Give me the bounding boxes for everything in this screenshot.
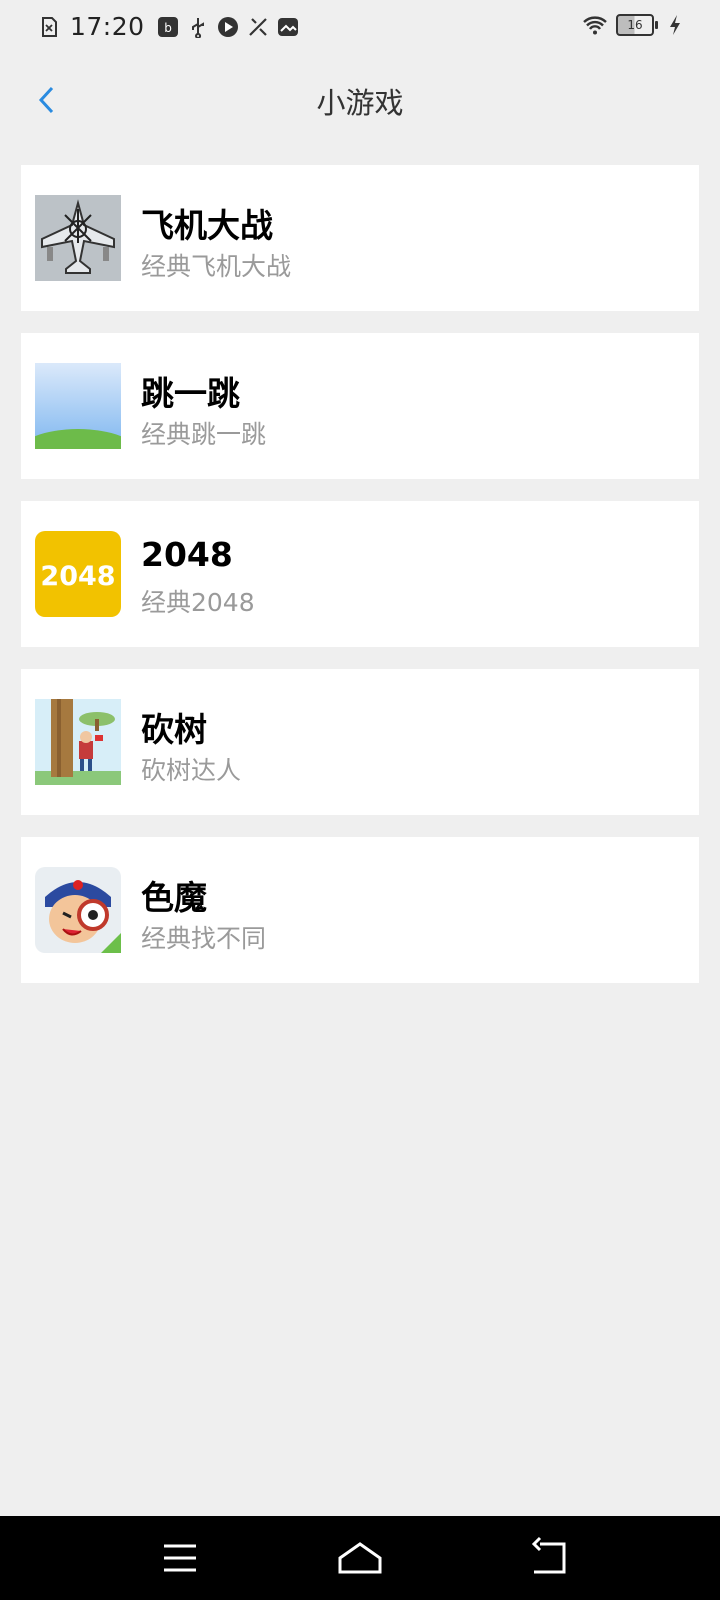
usb-icon — [191, 17, 204, 38]
game-list: 飞机大战 经典飞机大战 跳一跳 经典跳一跳 2048 2048 经典2048 砍… — [21, 165, 699, 1005]
data-icon: b — [157, 16, 178, 37]
navigation-bar — [0, 1516, 720, 1600]
airplane-game-icon — [35, 195, 121, 281]
game-desc: 砍树达人 — [141, 756, 242, 785]
battery-icon: 16 — [616, 14, 658, 36]
game-desc: 经典飞机大战 — [141, 252, 292, 281]
page-title: 小游戏 — [316, 86, 404, 120]
icon-2048-text: 2048 — [40, 561, 115, 592]
home-button[interactable] — [336, 1536, 384, 1580]
game-desc: 经典找不同 — [141, 924, 267, 953]
wifi-icon — [583, 16, 607, 35]
media-icon — [217, 16, 238, 37]
status-right: 16 — [582, 14, 682, 36]
game-name: 色魔 — [141, 878, 207, 917]
home-icon — [338, 1542, 382, 1574]
gallery-icon — [277, 17, 298, 36]
game-desc: 经典2048 — [141, 588, 255, 617]
chop-tree-game-icon — [35, 699, 121, 785]
game-name: 2048 — [141, 535, 233, 574]
game-name: 跳一跳 — [141, 374, 240, 413]
svg-text:b: b — [164, 21, 172, 35]
game-item-jump[interactable]: 跳一跳 经典跳一跳 — [21, 333, 699, 479]
back-icon — [531, 1536, 566, 1574]
sim-icon — [42, 16, 57, 37]
status-left: 17:20 b — [38, 12, 299, 41]
spot-difference-game-icon — [35, 867, 121, 953]
tools-icon — [248, 17, 267, 36]
game-item-2048[interactable]: 2048 2048 经典2048 — [21, 501, 699, 647]
menu-icon — [164, 1544, 196, 1572]
header: 小游戏 — [0, 60, 720, 140]
game-item-airplane[interactable]: 飞机大战 经典飞机大战 — [21, 165, 699, 311]
game-item-chop-tree[interactable]: 砍树 砍树达人 — [21, 669, 699, 815]
status-bar: 17:20 b 16 — [0, 0, 720, 56]
game-name: 飞机大战 — [141, 206, 273, 245]
status-time: 17:20 — [70, 12, 145, 41]
game-desc: 经典跳一跳 — [141, 420, 267, 449]
jump-game-icon — [35, 363, 121, 449]
charging-icon — [670, 15, 680, 35]
game-item-spot-difference[interactable]: 色魔 经典找不同 — [21, 837, 699, 983]
2048-game-icon: 2048 — [35, 531, 121, 617]
menu-button[interactable] — [156, 1536, 204, 1580]
game-name: 砍树 — [141, 710, 207, 749]
nav-back-button[interactable] — [526, 1536, 574, 1580]
